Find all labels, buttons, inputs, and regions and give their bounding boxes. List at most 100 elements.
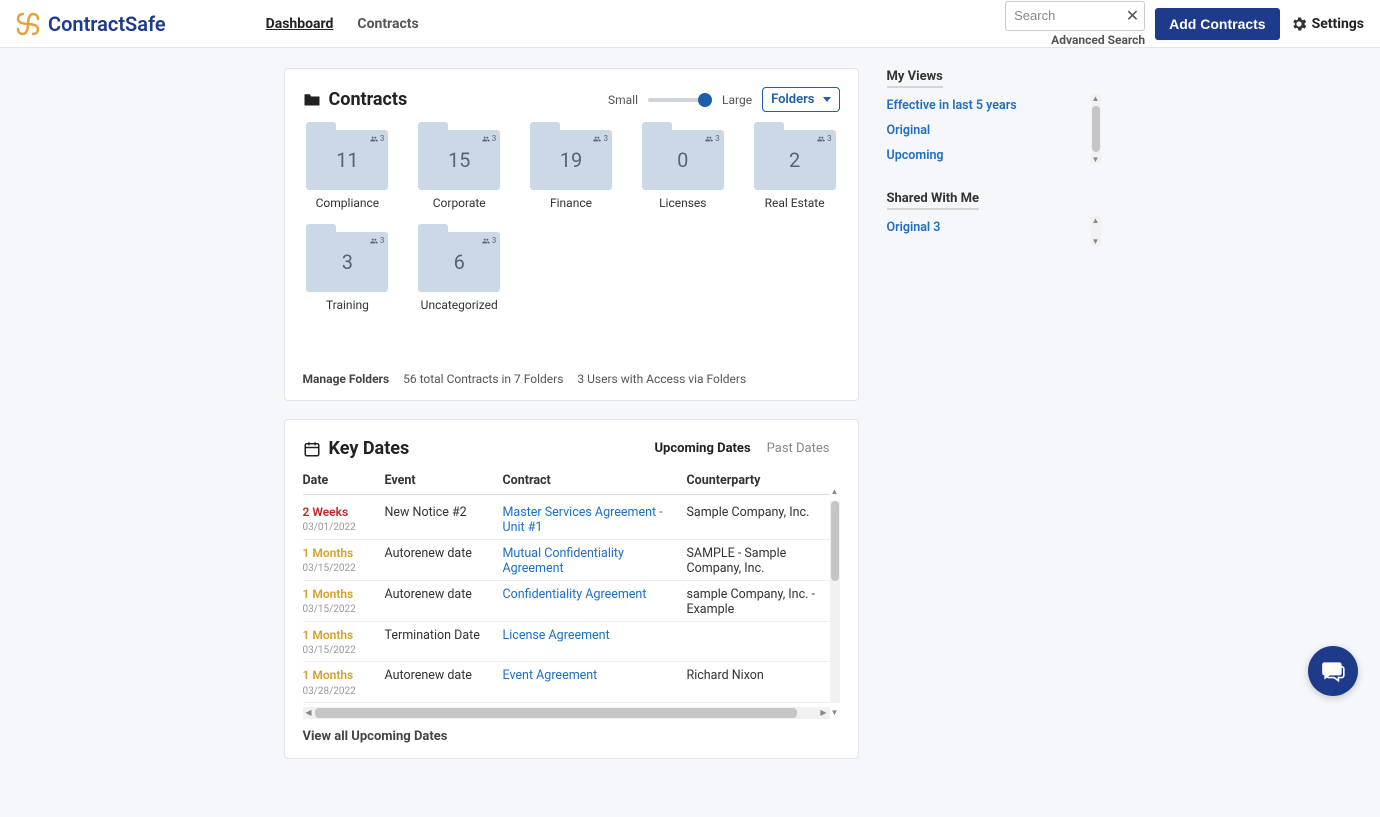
sidebar-right: My Views Effective in last 5 years Origin…: [887, 68, 1097, 777]
folder-label: Compliance: [316, 196, 380, 210]
share-count: 3: [817, 134, 832, 143]
folder-label: Training: [326, 298, 369, 312]
contract-link[interactable]: Confidentiality Agreement: [503, 587, 647, 602]
folder-tile[interactable]: 3 0 Licenses: [638, 130, 728, 210]
sidebar-view-link[interactable]: Upcoming: [887, 148, 1097, 163]
tab-upcoming-dates[interactable]: Upcoming Dates: [654, 441, 750, 456]
share-count: 3: [370, 236, 385, 245]
tab-past-dates[interactable]: Past Dates: [767, 441, 830, 456]
folder-icon: 3 11: [306, 130, 388, 190]
folder-tile[interactable]: 3 2 Real Estate: [750, 130, 840, 210]
add-contracts-button[interactable]: Add Contracts: [1155, 8, 1279, 40]
folder-tile[interactable]: 3 11 Compliance: [303, 130, 393, 210]
keydates-table: Date Event Contract Counterparty 2 Weeks…: [303, 473, 830, 703]
folder-icon: 3 15: [418, 130, 500, 190]
cell-date: 1 Months03/15/2022: [303, 628, 385, 657]
cell-counterparty: Sample Company, Inc.: [687, 505, 830, 520]
people-icon: [593, 135, 601, 143]
chat-button[interactable]: [1308, 646, 1358, 696]
scroll-down-icon[interactable]: ▼: [1091, 155, 1101, 164]
scroll-thumb[interactable]: [1092, 106, 1100, 152]
col-event: Event: [385, 473, 503, 488]
folder-label: Corporate: [433, 196, 486, 210]
advanced-search-link[interactable]: Advanced Search: [1005, 33, 1145, 47]
size-small-label: Small: [608, 93, 638, 107]
nav-dashboard[interactable]: Dashboard: [266, 16, 334, 32]
scroll-left-icon[interactable]: ◀: [303, 708, 315, 717]
shared-scrollbar[interactable]: ▲ ▼: [1091, 216, 1101, 246]
scroll-down-icon[interactable]: ▼: [1091, 237, 1101, 246]
search-wrap: ✕: [1005, 1, 1145, 31]
sidebar-shared-link[interactable]: Original 3: [887, 220, 1097, 235]
folder-tile[interactable]: 3 3 Training: [303, 232, 393, 312]
brand-name: ContractSafe: [48, 12, 166, 36]
sidebar-view-link[interactable]: Effective in last 5 years: [887, 98, 1097, 113]
scroll-right-icon[interactable]: ▶: [818, 708, 830, 717]
folder-count: 0: [677, 148, 688, 172]
folder-label: Uncategorized: [421, 298, 498, 312]
scroll-down-icon[interactable]: ▼: [830, 708, 840, 717]
folder-icon: 3 0: [642, 130, 724, 190]
settings-button[interactable]: Settings: [1290, 15, 1364, 33]
search-input[interactable]: [1005, 1, 1145, 31]
share-count: 3: [593, 134, 608, 143]
scroll-up-icon[interactable]: ▲: [1091, 216, 1101, 225]
contract-link[interactable]: Mutual Confidentiality Agreement: [503, 546, 624, 576]
my-views-title: My Views: [887, 69, 943, 88]
logo-icon: [16, 12, 40, 36]
folder-tile[interactable]: 3 15 Corporate: [414, 130, 504, 210]
share-count: 3: [482, 134, 497, 143]
folder-tile[interactable]: 3 6 Uncategorized: [414, 232, 504, 312]
folders-summary-total: 56 total Contracts in 7 Folders: [403, 372, 563, 386]
calendar-icon: [303, 440, 321, 458]
nav-contracts[interactable]: Contracts: [357, 16, 418, 32]
folder-icon: 3 6: [418, 232, 500, 292]
cell-contract: Confidentiality Agreement: [503, 587, 687, 602]
folder-icon: [303, 92, 321, 107]
folder-label: Finance: [550, 196, 592, 210]
scroll-up-icon[interactable]: ▲: [830, 487, 840, 496]
contract-link[interactable]: License Agreement: [503, 628, 610, 643]
folder-count: 11: [336, 148, 358, 172]
cell-contract: Mutual Confidentiality Agreement: [503, 546, 687, 576]
folder-tile[interactable]: 3 19 Finance: [526, 130, 616, 210]
folder-icon: 3 3: [306, 232, 388, 292]
search-clear-icon[interactable]: ✕: [1126, 8, 1139, 24]
folders-dropdown-label: Folders: [771, 92, 814, 107]
cell-counterparty: SAMPLE - Sample Company, Inc.: [687, 546, 830, 576]
people-icon: [817, 135, 825, 143]
shared-list: Original 3 ▲ ▼: [887, 220, 1097, 250]
table-row: 1 Months03/28/2022 Autorenew date Event …: [303, 662, 830, 702]
cell-event: Autorenew date: [385, 587, 503, 602]
keydates-scrollbar-vertical[interactable]: ▲ ▼: [830, 501, 840, 703]
gear-icon: [1290, 15, 1308, 33]
cell-event: Autorenew date: [385, 668, 503, 683]
slider-thumb[interactable]: [698, 93, 712, 107]
contract-link[interactable]: Event Agreement: [503, 668, 598, 683]
table-row: 1 Months03/15/2022 Autorenew date Confid…: [303, 581, 830, 622]
brand-logo[interactable]: ContractSafe: [16, 12, 166, 36]
people-icon: [705, 135, 713, 143]
share-count: 3: [705, 134, 720, 143]
keydates-scrollbar-horizontal[interactable]: ◀ ▶: [303, 707, 830, 719]
folder-icon: 3 19: [530, 130, 612, 190]
cell-date: 1 Months03/15/2022: [303, 587, 385, 616]
scroll-thumb-horizontal[interactable]: [315, 708, 798, 718]
view-all-upcoming-link[interactable]: View all Upcoming Dates: [303, 729, 830, 744]
folder-size-slider[interactable]: [648, 98, 712, 102]
folders-grid: 3 11 Compliance 3 15 Corporate 3 19 Fina…: [303, 130, 840, 312]
cell-date: 2 Weeks03/01/2022: [303, 505, 385, 534]
folder-count: 3: [342, 250, 353, 274]
folders-dropdown[interactable]: Folders: [762, 87, 839, 112]
folder-count: 19: [560, 148, 582, 172]
manage-folders-link[interactable]: Manage Folders: [303, 372, 390, 386]
contract-link[interactable]: Master Services Agreement - Unit #1: [503, 505, 663, 535]
sidebar-view-link[interactable]: Original: [887, 123, 1097, 138]
keydates-title: Key Dates: [329, 438, 410, 459]
scroll-thumb[interactable]: [831, 501, 839, 581]
views-scrollbar[interactable]: ▲ ▼: [1091, 94, 1101, 164]
scroll-up-icon[interactable]: ▲: [1091, 94, 1101, 103]
folder-count: 15: [448, 148, 470, 172]
people-icon: [482, 237, 490, 245]
table-row: 1 Months03/15/2022 Autorenew date Mutual…: [303, 540, 830, 581]
